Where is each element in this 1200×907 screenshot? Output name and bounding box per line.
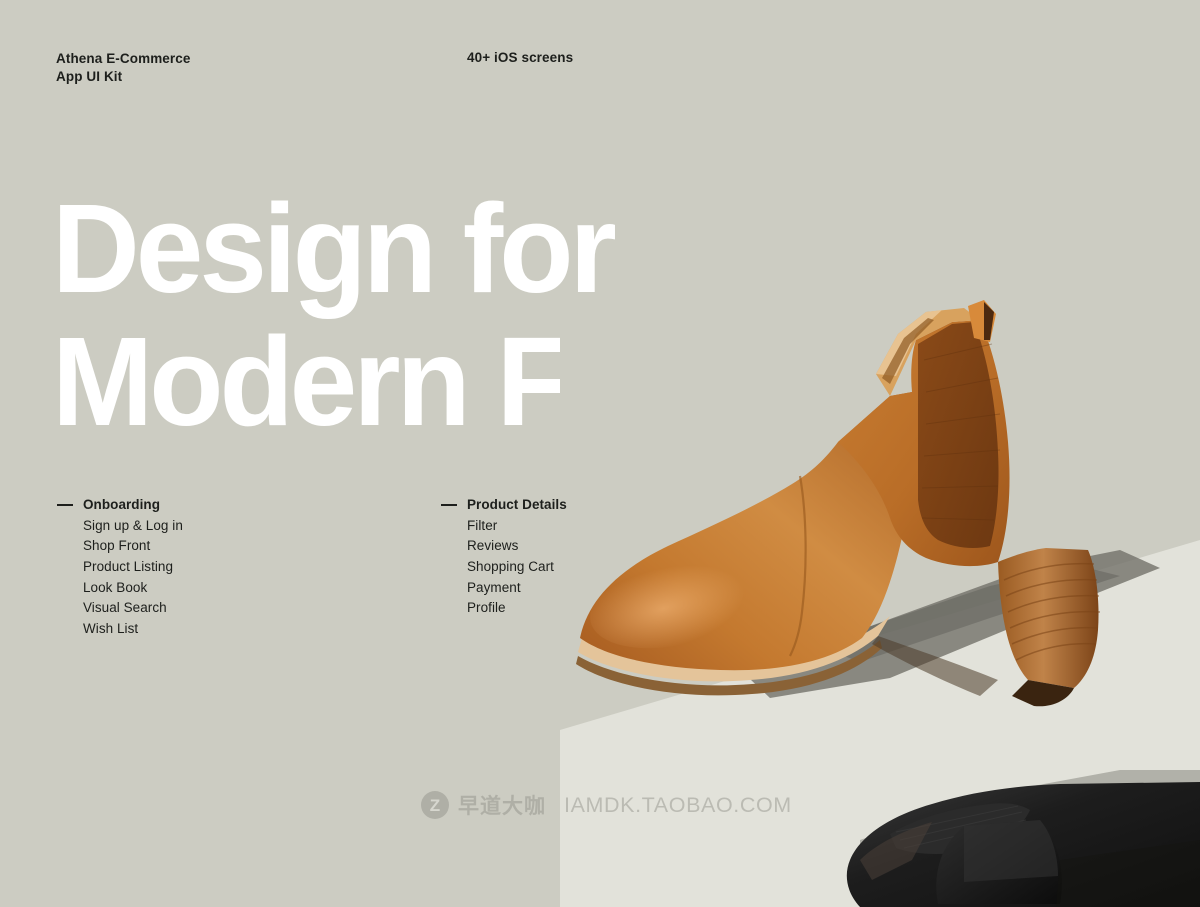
- list-item-label: Onboarding: [83, 497, 160, 512]
- list-item[interactable]: Shop Front: [57, 536, 183, 557]
- poster-canvas: Design for Modern Fashion: [0, 0, 1200, 907]
- list-item[interactable]: Reviews: [441, 536, 567, 557]
- list-item-label: Sign up & Log in: [83, 517, 183, 533]
- list-item[interactable]: Profile: [441, 598, 567, 619]
- list-item-label: Product Listing: [83, 559, 174, 575]
- zaodao-logo-icon: Z: [421, 791, 449, 819]
- list-item[interactable]: Payment: [441, 578, 567, 599]
- list-item-label: Profile: [467, 600, 506, 616]
- watermark-brand-text: 早道大咖: [458, 794, 546, 818]
- feature-list-column-2: Product Details Filter Reviews Shopping …: [441, 495, 567, 619]
- list-item[interactable]: Sign up & Log in: [57, 516, 183, 537]
- list-item[interactable]: Wish List: [57, 619, 183, 640]
- watermark: Z 早道大咖 IAMDK.TAOBAO.COM: [421, 790, 792, 820]
- list-item[interactable]: Onboarding: [57, 495, 183, 516]
- screens-count-label: 40+ iOS screens: [467, 50, 574, 65]
- list-item-label: Product Details: [467, 497, 567, 512]
- dash-marker-icon: [441, 504, 457, 506]
- feature-list-column-1: Onboarding Sign up & Log in Shop Front P…: [57, 495, 183, 640]
- brand-title: Athena E-Commerce App UI Kit: [56, 51, 191, 84]
- watermark-url-text: IAMDK.TAOBAO.COM: [564, 792, 792, 817]
- list-item[interactable]: Filter: [441, 516, 567, 537]
- list-item-label: Filter: [467, 517, 498, 533]
- dash-marker-icon: [57, 504, 73, 506]
- list-item[interactable]: Visual Search: [57, 598, 183, 619]
- list-item[interactable]: Shopping Cart: [441, 557, 567, 578]
- list-item-label: Payment: [467, 579, 521, 595]
- list-item[interactable]: Product Listing: [57, 557, 183, 578]
- list-item-label: Look Book: [83, 579, 148, 595]
- list-item-label: Shop Front: [83, 538, 151, 554]
- list-item[interactable]: Look Book: [57, 578, 183, 599]
- list-item-label: Reviews: [467, 538, 519, 554]
- list-item-label: Visual Search: [83, 600, 167, 616]
- list-item[interactable]: Product Details: [441, 495, 567, 516]
- list-item-label: Wish List: [83, 621, 139, 637]
- list-item-label: Shopping Cart: [467, 559, 554, 575]
